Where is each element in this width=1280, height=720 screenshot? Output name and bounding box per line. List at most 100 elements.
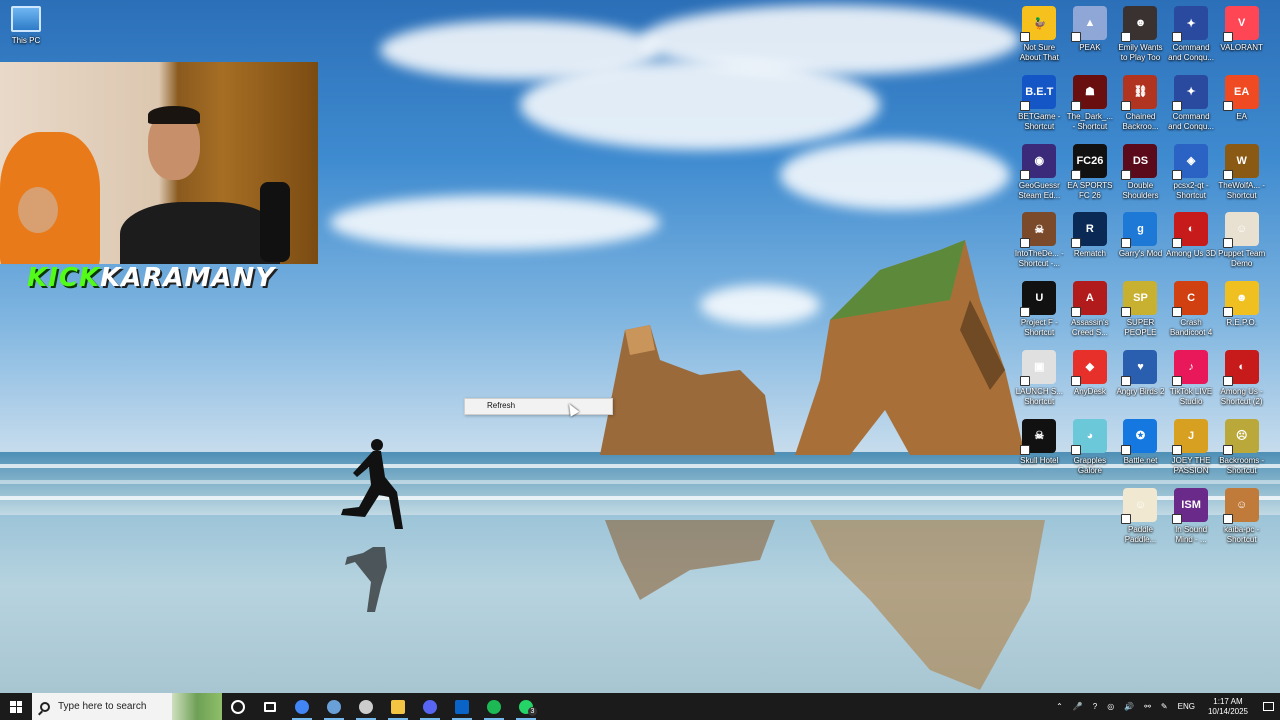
microphone-icon[interactable]: 🎤 [1073, 702, 1083, 711]
desktop-icon[interactable]: SP SUPER PEOPLE [1115, 279, 1166, 348]
cloud [780, 140, 1010, 210]
app-icon: ▲ [1070, 6, 1107, 42]
app-icon: ◕ [1070, 418, 1107, 455]
desktop-icon[interactable]: ✦ Command and Conqu... [1166, 73, 1217, 142]
desktop-icon[interactable]: ☺ kaiba-pc - Shortcut [1216, 486, 1267, 555]
desktop-icon[interactable]: ✦ Command and Conqu... [1166, 4, 1217, 73]
help-icon[interactable]: ? [1093, 702, 1097, 711]
app-icon: ✦ [1172, 74, 1209, 111]
search-icon [40, 701, 50, 712]
shortcut-arrow-icon [1172, 513, 1183, 524]
pen-icon[interactable]: ✎ [1161, 702, 1168, 711]
desktop-icon-label: Garry's Mod [1118, 249, 1163, 259]
app-icon: ☗ [1070, 74, 1107, 111]
desktop-icon-label: EA [1236, 111, 1247, 121]
app-icon: EA [1222, 74, 1259, 111]
start-button[interactable] [0, 693, 32, 720]
desktop-icon[interactable]: ◕ Grapples Galore [1065, 417, 1116, 486]
shortcut-arrow-icon [1020, 169, 1031, 180]
shortcut-arrow-icon [1121, 513, 1132, 524]
desktop-icon[interactable]: B.E.T BETGame - Shortcut [1014, 73, 1065, 142]
desktop-icon[interactable]: ♪ TikTok LIVE Studio [1166, 348, 1217, 417]
desktop-icon-label: Backrooms - Shortcut [1219, 455, 1265, 475]
desktop-icon[interactable]: U Project F - Shortcut [1014, 279, 1065, 348]
app-icon: J [1172, 418, 1209, 455]
desktop-icon[interactable]: A Assassin's Creed S... [1065, 279, 1116, 348]
desktop-icon[interactable]: ☹ Backrooms - Shortcut [1216, 417, 1267, 486]
desktop-icon[interactable]: R Rematch [1065, 210, 1116, 279]
desktop-icon[interactable]: ◐ Among Us 3D [1166, 210, 1217, 279]
webcam-tray-icon[interactable]: ◎ [1107, 702, 1114, 711]
desktop-icon[interactable]: J JOEY THE PASSION [1166, 417, 1217, 486]
language-indicator[interactable]: ENG [1178, 702, 1195, 711]
desktop-icon-label: Rematch [1073, 249, 1106, 259]
desktop-icon-label: Command and Conqu... [1168, 43, 1214, 62]
tray-chevron-up-icon[interactable]: ⌃ [1056, 702, 1063, 711]
rock-reflection-left [605, 520, 775, 600]
taskbar-steam-button[interactable] [318, 693, 350, 720]
desktop-icon[interactable]: ◈ pcsx2-qt - Shortcut [1166, 142, 1217, 211]
shortcut-arrow-icon [1172, 307, 1183, 318]
desktop-icon[interactable]: g Garry's Mod [1115, 210, 1166, 279]
shortcut-arrow-icon [1172, 375, 1183, 386]
volume-icon[interactable]: 🔊 [1124, 702, 1134, 711]
taskbar-chrome-button[interactable] [286, 693, 318, 720]
shortcut-arrow-icon [1222, 375, 1233, 386]
app-icon: ♥ [1121, 349, 1158, 386]
desktop-icon[interactable]: ISM In Sound Mind - ... [1166, 486, 1217, 555]
microphone [260, 182, 290, 262]
desktop-icon[interactable]: EA EA [1216, 73, 1267, 142]
taskbar-discord-button[interactable] [414, 693, 446, 720]
desktop-icon[interactable]: ✪ Battle.net [1115, 417, 1166, 486]
network-icon[interactable]: ⚯ [1144, 702, 1151, 711]
app-icon: ◆ [1070, 349, 1107, 386]
taskbar-task-view-button[interactable] [254, 693, 286, 720]
desktop-icon[interactable]: ⛓ Chained Backroo... [1115, 73, 1166, 142]
desktop-icon[interactable]: ☺ Paddle Paddle... [1115, 486, 1166, 555]
desktop-icon[interactable]: ☠ Skull Hotel [1014, 417, 1065, 486]
desktop-icon[interactable]: ◆ AnyDesk [1065, 348, 1116, 417]
streamer-left-head [18, 187, 58, 233]
taskbar-file-explorer-button[interactable] [382, 693, 414, 720]
notification-center-icon[interactable] [1256, 693, 1280, 720]
taskbar-outlook-button[interactable] [446, 693, 478, 720]
taskbar-obs-button[interactable] [350, 693, 382, 720]
taskbar-spotify-button[interactable] [478, 693, 510, 720]
desktop-icon[interactable]: ☺ Puppet Team Demo [1216, 210, 1267, 279]
app-icon: B.E.T [1020, 74, 1057, 111]
taskbar-apps: 3 [222, 693, 542, 720]
desktop-icon[interactable]: V VALORANT [1216, 4, 1267, 73]
taskbar-search[interactable]: Type here to search [32, 693, 222, 720]
desktop-icon[interactable]: 🦆 Not Sure About That [1014, 4, 1065, 73]
rock-right [795, 240, 1025, 455]
desktop-icon-label: Assassin's Creed S... [1071, 318, 1109, 338]
desktop-icon[interactable]: W TheWolfA... - Shortcut [1216, 142, 1267, 211]
desktop-icon-label: Angry Birds 2 [1116, 386, 1165, 396]
shortcut-arrow-icon [1172, 444, 1183, 455]
desktop-icon[interactable]: ☠ IntoTheDe... - Shortcut -... [1014, 210, 1065, 279]
desktop-icon[interactable]: ☻ R.E.P.O. [1216, 279, 1267, 348]
desktop-icon-label: Project F - Shortcut [1020, 318, 1058, 338]
shortcut-arrow-icon [1020, 238, 1031, 249]
desktop-icon[interactable]: DS Double Shoulders [1115, 142, 1166, 211]
desktop-icon[interactable]: ☗ The_Dark_... - Shortcut [1065, 73, 1116, 142]
context-menu-refresh[interactable]: Refresh [487, 401, 515, 410]
desktop-icon-label: BETGame - Shortcut [1018, 111, 1061, 131]
clock[interactable]: 1:17 AM 10/14/2025 [1208, 697, 1248, 717]
shortcut-arrow-icon [1070, 238, 1081, 249]
spotify-icon [487, 699, 501, 714]
desktop-icon[interactable]: ◐ Among Us - Shortcut (2) [1216, 348, 1267, 417]
desktop-icon[interactable]: FC26 EA SPORTS FC 26 [1065, 142, 1116, 211]
taskbar-whatsapp-button[interactable]: 3 [510, 693, 542, 720]
desktop-icon[interactable]: ▲ PEAK [1065, 4, 1116, 73]
desktop-icon[interactable]: ▣ LAUNCH S... Shortcut [1014, 348, 1065, 417]
desktop-icon[interactable]: ♥ Angry Birds 2 [1115, 348, 1166, 417]
desktop-icon[interactable]: C Crash Bandicoot 4 [1166, 279, 1217, 348]
desktop-icon-this-pc[interactable]: This PC [6, 6, 46, 46]
shortcut-arrow-icon [1172, 32, 1183, 42]
shortcut-arrow-icon [1222, 444, 1233, 455]
desktop-icon[interactable]: ☻ Emily Wants to Play Too [1115, 4, 1166, 73]
desktop-icon[interactable]: ◉ GeoGuessr Steam Ed... [1014, 142, 1065, 211]
desktop-icon-label: Double Shoulders [1122, 180, 1159, 200]
taskbar-cortana-button[interactable] [222, 693, 254, 720]
